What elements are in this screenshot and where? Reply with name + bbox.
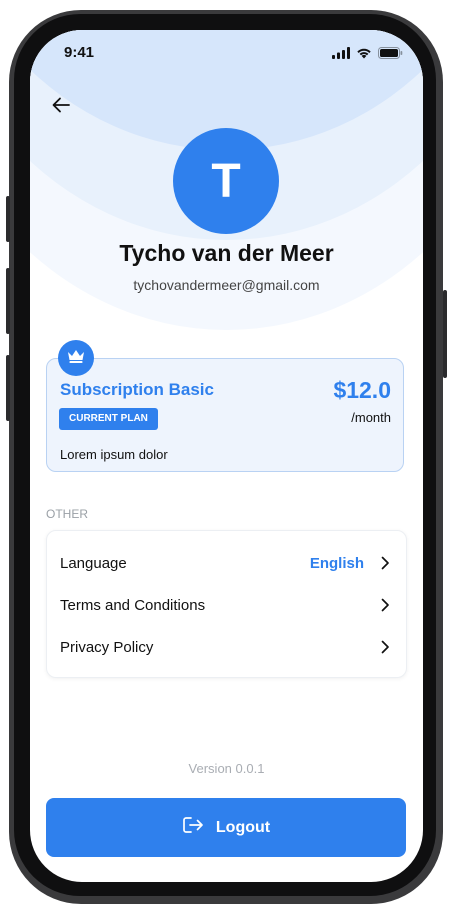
subscription-description: Lorem ipsum dolor	[60, 447, 168, 462]
settings-item-label: Privacy Policy	[60, 638, 154, 656]
current-plan-badge: CURRENT PLAN	[59, 408, 158, 430]
settings-item-privacy[interactable]: Privacy Policy	[47, 626, 406, 668]
battery-icon	[378, 46, 403, 64]
logout-button[interactable]: Logout	[46, 798, 406, 857]
settings-item-language[interactable]: Language English	[47, 542, 406, 584]
status-bar: 9:41	[30, 30, 423, 80]
version-text: Version 0.0.1	[188, 761, 265, 776]
wifi-icon	[356, 46, 372, 64]
settings-item-label: Terms and Conditions	[60, 596, 206, 614]
signal-icon	[332, 46, 350, 64]
settings-item-terms[interactable]: Terms and Conditions	[47, 584, 406, 626]
chevron-right-icon	[378, 640, 392, 654]
app-screen: 9:41 T Tycho van der Meer tychovandermee…	[30, 30, 423, 882]
subscription-card[interactable]: Subscription Basic CURRENT PLAN $12.0 /m…	[46, 358, 404, 472]
crown-icon	[67, 349, 85, 368]
back-arrow-icon	[52, 97, 70, 118]
language-value: English	[309, 554, 364, 572]
back-button[interactable]	[48, 94, 74, 120]
subscription-title: Subscription Basic	[60, 380, 214, 399]
logout-icon	[182, 816, 204, 839]
status-time: 9:41	[64, 44, 95, 61]
chevron-right-icon	[378, 556, 392, 570]
status-icons	[332, 46, 403, 64]
settings-list: Language English Terms and Conditions Pr…	[46, 530, 407, 678]
phone-side-button	[6, 268, 10, 334]
subscription-period: /month	[351, 410, 391, 425]
phone-side-button	[443, 290, 447, 378]
avatar: T	[173, 128, 279, 234]
profile-email: tychovandermeer@gmail.com	[133, 277, 320, 293]
phone-side-button	[6, 355, 10, 421]
profile-name: Tycho van der Meer	[119, 240, 334, 266]
subscription-price: $12.0	[333, 377, 391, 403]
settings-item-label: Language	[60, 554, 127, 572]
section-label-other: OTHER	[46, 507, 88, 521]
logout-label: Logout	[215, 818, 271, 836]
phone-side-button	[6, 196, 10, 242]
crown-badge	[58, 340, 94, 376]
chevron-right-icon	[378, 598, 392, 612]
